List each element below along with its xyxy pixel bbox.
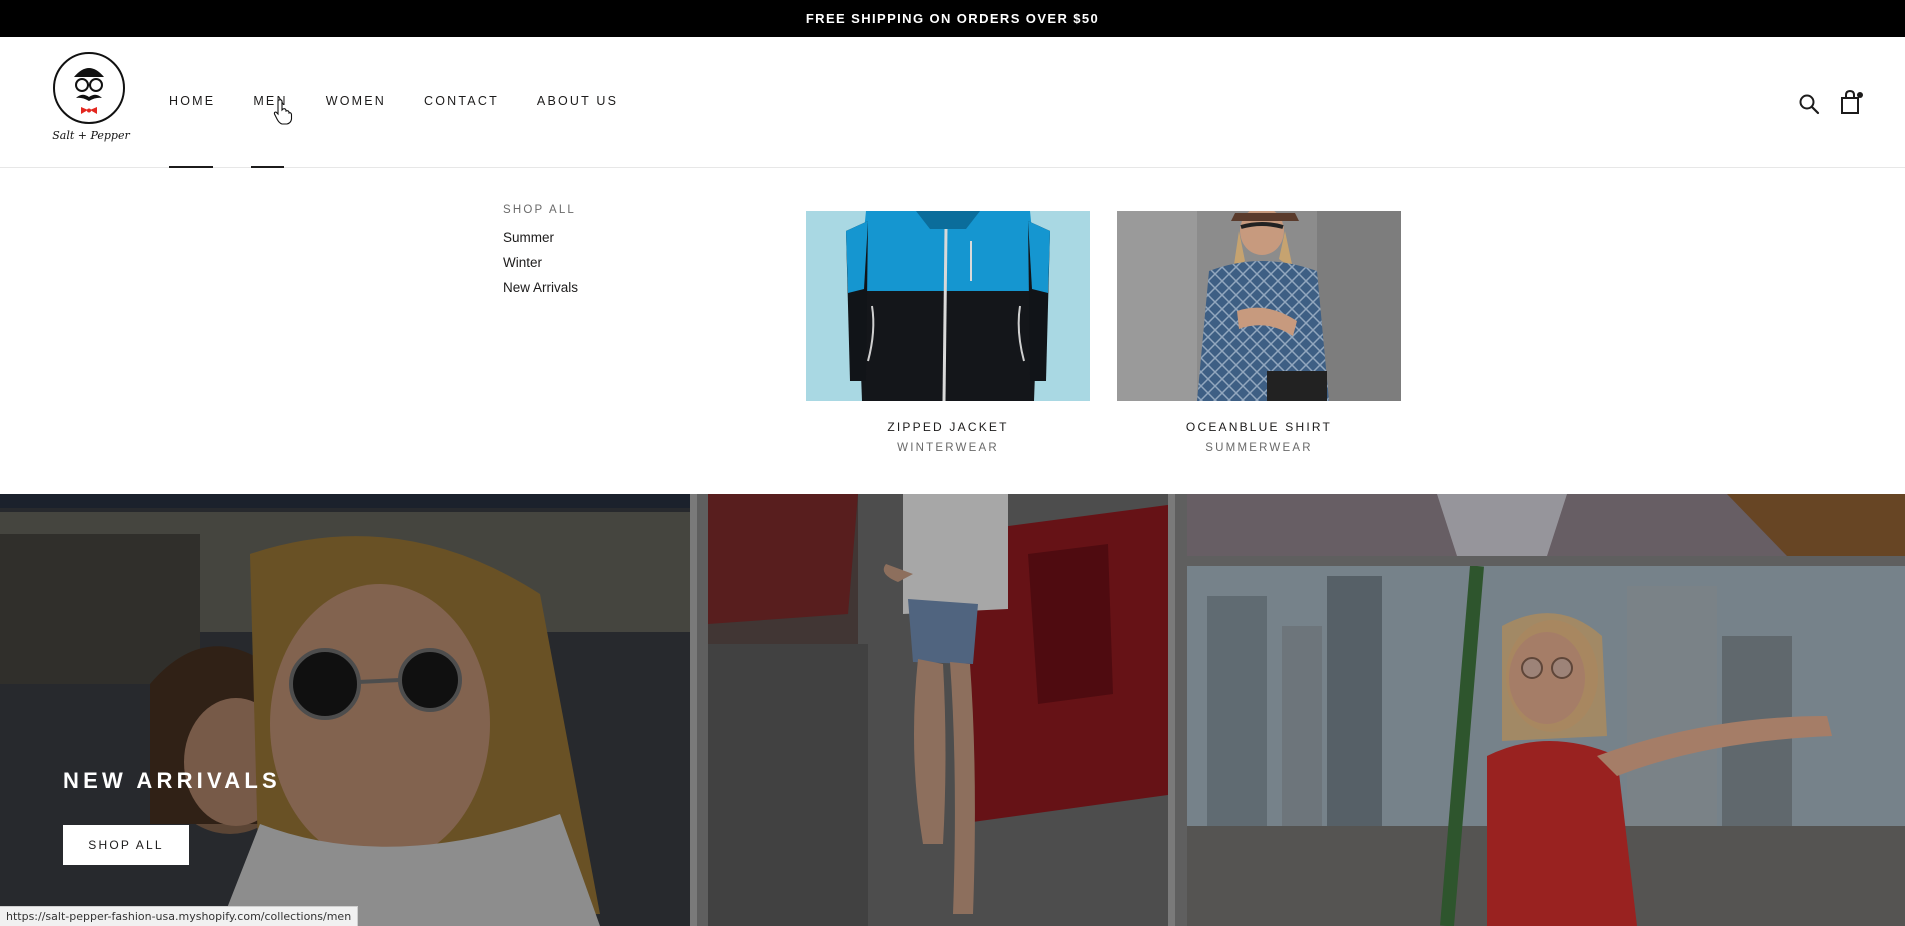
hero-image-red-wall[interactable]	[708, 494, 1175, 926]
mega-menu-column: SHOP ALL Summer Winter New Arrivals	[503, 204, 578, 305]
main-nav: HOME MEN WOMEN CONTACT ABOUT US	[169, 94, 656, 108]
announcement-bar: FREE SHIPPING ON ORDERS OVER $50	[0, 0, 1905, 37]
hero-title: NEW ARRIVALS	[63, 768, 281, 793]
announcement-text: FREE SHIPPING ON ORDERS OVER $50	[805, 11, 1100, 26]
status-url: https://salt-pepper-fashion-usa.myshopif…	[6, 910, 352, 923]
hand-cursor-icon	[273, 99, 293, 125]
hero-image-city-girl[interactable]	[1187, 566, 1905, 926]
promo-title[interactable]: ZIPPED JACKET	[806, 420, 1090, 434]
shop-all-heading[interactable]: SHOP ALL	[503, 204, 578, 216]
search-icon[interactable]	[1797, 92, 1821, 116]
mega-link-summer[interactable]: Summer	[503, 230, 578, 245]
promo-oceanblue-shirt[interactable]: OCEANBLUE SHIRT SUMMERWEAR	[1117, 211, 1401, 454]
zipped-jacket-image[interactable]	[806, 211, 1090, 401]
nav-contact[interactable]: CONTACT	[424, 94, 499, 108]
promo-title[interactable]: OCEANBLUE SHIRT	[1117, 420, 1401, 434]
shopping-bag-icon[interactable]	[1838, 89, 1864, 115]
promo-subtitle: WINTERWEAR	[897, 442, 999, 454]
nav-about-us[interactable]: ABOUT US	[537, 94, 618, 108]
oceanblue-shirt-image[interactable]	[1117, 211, 1401, 401]
nav-women[interactable]: WOMEN	[326, 94, 386, 108]
mega-menu-men: SHOP ALL Summer Winter New Arrivals ZIPP…	[0, 168, 1905, 494]
nav-home[interactable]: HOME	[169, 94, 215, 108]
logo-script: Salt + Pepper	[52, 129, 130, 142]
brand-logo[interactable]: Salt + Pepper	[52, 51, 130, 151]
mega-link-new-arrivals[interactable]: New Arrivals	[503, 280, 578, 295]
promo-zipped-jacket[interactable]: ZIPPED JACKET WINTERWEAR	[806, 211, 1090, 454]
browser-status-bar: https://salt-pepper-fashion-usa.myshopif…	[0, 906, 359, 926]
hero-image-top-right[interactable]	[1187, 494, 1905, 556]
mega-link-winter[interactable]: Winter	[503, 255, 578, 270]
hero-collage: NEW ARRIVALS SHOP ALL	[0, 494, 1905, 926]
promo-subtitle: SUMMERWEAR	[1205, 442, 1313, 454]
shop-all-button[interactable]: SHOP ALL	[63, 825, 189, 865]
